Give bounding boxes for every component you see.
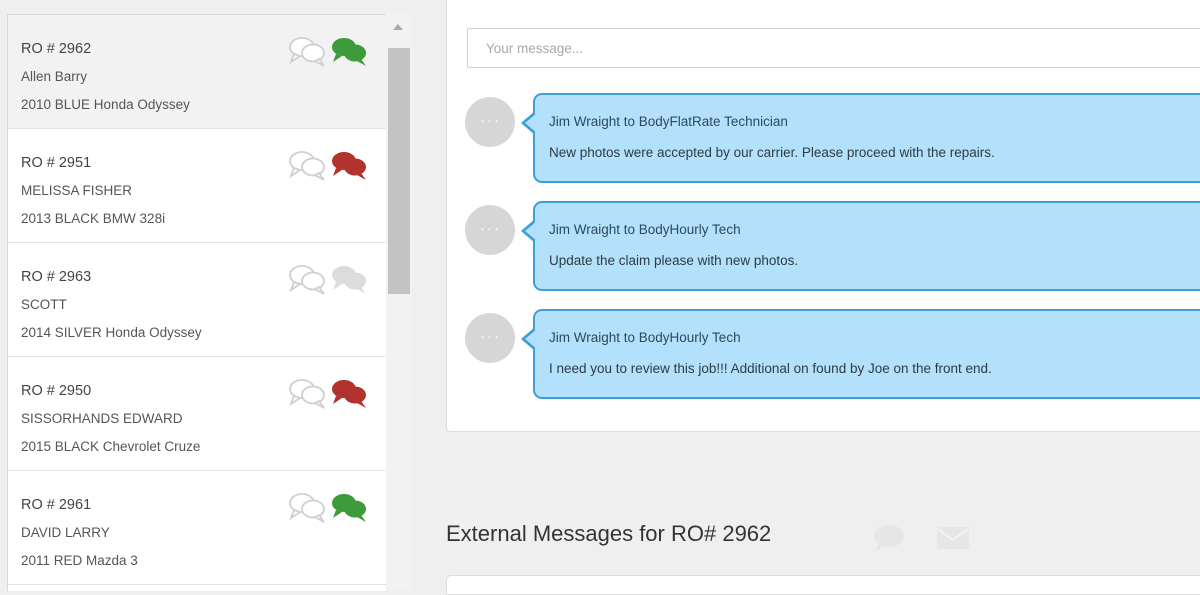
message-sender: Jim Wraight to BodyHourly Tech	[549, 330, 741, 345]
avatar: • • •	[465, 313, 515, 363]
scroll-up-arrow-icon[interactable]	[393, 24, 403, 30]
vehicle-description: 2011 RED Mazda 3	[21, 553, 138, 568]
message-sender: Jim Wraight to BodyFlatRate Technician	[549, 114, 788, 129]
chat-icon[interactable]	[872, 524, 906, 552]
ro-list-item[interactable]: RO # 2963 SCOTT 2014 SILVER Honda Odysse…	[8, 243, 386, 357]
ro-list-item[interactable]: RO # 2962 Allen Barry 2010 BLUE Honda Od…	[8, 15, 386, 129]
ro-list: RO # 2962 Allen Barry 2010 BLUE Honda Od…	[7, 14, 387, 591]
message-text: Update the claim please with new photos.	[549, 253, 799, 268]
vehicle-description: 2010 BLUE Honda Odyssey	[21, 97, 190, 112]
message-input[interactable]	[467, 28, 1200, 68]
message-bubble: Jim Wraight to BodyHourly Tech Update th…	[521, 201, 1200, 291]
ro-list-scrollbar[interactable]	[386, 14, 412, 590]
ro-list-item[interactable]: RO # 2950 SISSORHANDS EDWARD 2015 BLACK …	[8, 357, 386, 471]
message-bubble: Jim Wraight to BodyFlatRate Technician N…	[521, 93, 1200, 183]
ro-list-item[interactable]: RO # 2951 MELISSA FISHER 2013 BLACK BMW …	[8, 129, 386, 243]
vehicle-description: 2015 BLACK Chevrolet Cruze	[21, 439, 201, 454]
avatar: • • •	[465, 97, 515, 147]
message-bubble: Jim Wraight to BodyHourly Tech I need yo…	[521, 309, 1200, 399]
vehicle-description: 2014 SILVER Honda Odyssey	[21, 325, 202, 340]
external-messages-panel	[446, 575, 1200, 595]
message-text: I need you to review this job!!! Additio…	[549, 361, 992, 376]
internal-messages-panel: • • • Jim Wraight to BodyFlatRate Techni…	[446, 0, 1200, 432]
message-item: • • • Jim Wraight to BodyHourly Tech I n…	[465, 309, 1200, 401]
external-messages-title: External Messages for RO# 2962	[446, 521, 772, 546]
avatar: • • •	[465, 205, 515, 255]
ro-list-item[interactable]: RO # 2961 DAVID LARRY 2011 RED Mazda 3	[8, 471, 386, 585]
message-sender: Jim Wraight to BodyHourly Tech	[549, 222, 741, 237]
mail-icon[interactable]	[936, 524, 970, 552]
scrollbar-thumb[interactable]	[388, 48, 410, 294]
message-text: New photos were accepted by our carrier.…	[549, 145, 995, 160]
vehicle-description: 2013 BLACK BMW 328i	[21, 211, 166, 226]
message-item: • • • Jim Wraight to BodyHourly Tech Upd…	[465, 201, 1200, 293]
message-item: • • • Jim Wraight to BodyFlatRate Techni…	[465, 93, 1200, 185]
